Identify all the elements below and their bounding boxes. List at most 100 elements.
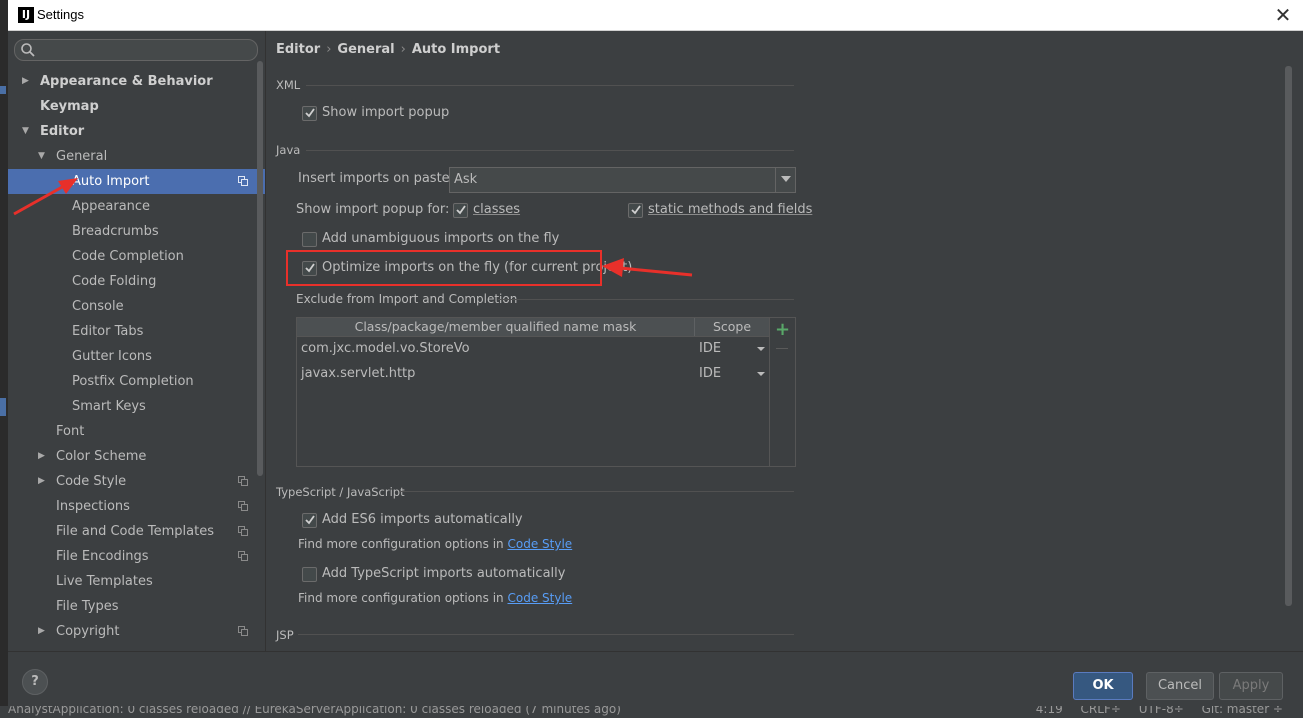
sidebar-item-code-completion[interactable]: Code Completion xyxy=(8,244,265,269)
close-button[interactable]: ✕ xyxy=(1271,3,1295,27)
row-scope[interactable]: IDE xyxy=(699,361,721,386)
sidebar-item-live-templates[interactable]: Live Templates xyxy=(8,569,265,594)
exclude-table: Class/package/member qualified name mask… xyxy=(296,317,796,467)
sidebar-item-code-folding[interactable]: Code Folding xyxy=(8,269,265,294)
section-divider xyxy=(498,299,794,300)
sidebar-item-file-encodings[interactable]: File Encodings xyxy=(8,544,265,569)
status-git-branch[interactable]: Git: master ÷ xyxy=(1202,706,1283,716)
checkmark-icon xyxy=(305,515,315,525)
remove-icon xyxy=(776,348,788,349)
ide-status-bar: AnalystApplication: 0 classes reloaded /… xyxy=(0,706,1303,718)
add-icon[interactable]: + xyxy=(775,321,790,339)
sidebar-item-keymap[interactable]: Keymap xyxy=(8,94,265,119)
sidebar-item-label: Appearance & Behavior xyxy=(40,74,213,89)
es6-imports-checkbox[interactable] xyxy=(302,513,317,528)
insert-imports-label: Insert imports on paste: xyxy=(298,171,455,186)
find-more-prefix: Find more configuration options in xyxy=(298,591,504,605)
collapse-arrow-icon: ▼ xyxy=(38,151,45,161)
table-row[interactable]: javax.servlet.http IDE xyxy=(297,361,769,386)
typescript-imports-label: Add TypeScript imports automatically xyxy=(322,566,566,581)
sidebar-item-appearance[interactable]: Appearance xyxy=(8,194,265,219)
sidebar-item-appearance-behavior[interactable]: ▶ Appearance & Behavior xyxy=(8,69,265,94)
sidebar-item-editor[interactable]: ▼ Editor xyxy=(8,119,265,144)
section-divider xyxy=(306,150,794,151)
expand-arrow-icon: ▶ xyxy=(22,76,29,86)
breadcrumb-editor: Editor xyxy=(276,42,321,57)
chevron-down-icon[interactable] xyxy=(757,347,765,351)
show-popup-for-label: Show import popup for: xyxy=(296,202,450,217)
sidebar-item-console[interactable]: Console xyxy=(8,294,265,319)
column-header-mask[interactable]: Class/package/member qualified name mask xyxy=(297,318,694,336)
code-style-link[interactable]: Code Style xyxy=(508,537,573,551)
classes-checkbox[interactable] xyxy=(453,203,468,218)
sidebar-item-file-code-templates[interactable]: File and Code Templates xyxy=(8,519,265,544)
ide-marker xyxy=(0,86,6,94)
apply-button[interactable]: Apply xyxy=(1219,672,1283,700)
static-methods-checkbox[interactable] xyxy=(628,203,643,218)
insert-imports-value: Ask xyxy=(454,172,478,187)
content-scrollbar[interactable] xyxy=(1285,66,1292,606)
sidebar-item-editor-tabs[interactable]: Editor Tabs xyxy=(8,319,265,344)
table-row[interactable]: com.jxc.model.vo.StoreVo IDE xyxy=(297,336,769,361)
status-line-separator[interactable]: CRLF÷ xyxy=(1081,706,1121,716)
sidebar-item-label: Breadcrumbs xyxy=(72,224,159,239)
checkmark-icon xyxy=(631,205,641,215)
sidebar-item-font[interactable]: Font xyxy=(8,419,265,444)
sidebar-item-smart-keys[interactable]: Smart Keys xyxy=(8,394,265,419)
sidebar-item-label: Font xyxy=(56,424,85,439)
section-java-label: Java xyxy=(276,143,301,157)
row-scope[interactable]: IDE xyxy=(699,336,721,361)
window-title: Settings xyxy=(37,7,84,22)
sidebar-item-label: File Types xyxy=(56,599,119,614)
sidebar-item-general[interactable]: ▼ General xyxy=(8,144,265,169)
sidebar-item-color-scheme[interactable]: ▶ Color Scheme xyxy=(8,444,265,469)
section-divider xyxy=(306,85,794,86)
show-import-popup-checkbox[interactable] xyxy=(302,106,317,121)
help-button[interactable]: ? xyxy=(22,669,48,695)
sidebar-item-copyright[interactable]: ▶ Copyright xyxy=(8,619,265,644)
breadcrumb-separator: › xyxy=(400,42,406,57)
find-more-text: Find more configuration options in Code … xyxy=(298,591,572,605)
sidebar-item-postfix-completion[interactable]: Postfix Completion xyxy=(8,369,265,394)
exclude-label: Exclude from Import and Completion xyxy=(296,292,518,306)
sidebar-item-label: Code Completion xyxy=(72,249,184,264)
sidebar-item-label: Inspections xyxy=(56,499,130,514)
add-unambiguous-label: Add unambiguous imports on the fly xyxy=(322,231,560,246)
column-header-scope[interactable]: Scope xyxy=(695,318,769,336)
typescript-imports-checkbox[interactable] xyxy=(302,567,317,582)
checkmark-icon xyxy=(456,205,466,215)
status-position[interactable]: 4:19 xyxy=(1036,706,1063,716)
sidebar-item-code-style[interactable]: ▶ Code Style xyxy=(8,469,265,494)
sidebar-item-label: Appearance xyxy=(72,199,151,214)
sidebar-item-inspections[interactable]: Inspections xyxy=(8,494,265,519)
settings-dialog: IJ Settings ✕ ▶ Appearance & Behavior Ke… xyxy=(8,0,1303,706)
sidebar-scrollbar[interactable] xyxy=(257,61,263,476)
cancel-button[interactable]: Cancel xyxy=(1146,672,1214,700)
sidebar-item-auto-import[interactable]: Auto Import xyxy=(8,169,265,194)
expand-arrow-icon: ▶ xyxy=(38,451,45,461)
sidebar-item-gutter-icons[interactable]: Gutter Icons xyxy=(8,344,265,369)
row-mask: javax.servlet.http xyxy=(301,366,416,381)
classes-label: classes xyxy=(473,202,521,217)
collapse-arrow-icon: ▼ xyxy=(22,126,29,136)
code-style-link[interactable]: Code Style xyxy=(508,591,573,605)
search-input[interactable] xyxy=(14,39,258,61)
breadcrumb-general: General xyxy=(337,42,395,57)
sidebar-item-file-types[interactable]: File Types xyxy=(8,594,265,619)
table-header: Class/package/member qualified name mask… xyxy=(297,318,769,337)
sidebar-item-label: Console xyxy=(72,299,124,314)
ok-button[interactable]: OK xyxy=(1073,672,1133,700)
insert-imports-select[interactable]: Ask xyxy=(449,167,796,193)
sidebar-item-label: General xyxy=(56,149,108,164)
dropdown-button[interactable] xyxy=(775,168,795,192)
breadcrumb-separator: › xyxy=(326,42,332,57)
section-typescript-label: TypeScript / JavaScript xyxy=(276,485,405,499)
toolbar-divider xyxy=(769,318,770,466)
chevron-down-icon[interactable] xyxy=(757,372,765,376)
checkmark-icon xyxy=(305,108,315,118)
sidebar-item-label: Code Folding xyxy=(72,274,157,289)
status-encoding[interactable]: UTF-8÷ xyxy=(1139,706,1184,716)
add-unambiguous-checkbox[interactable] xyxy=(302,232,317,247)
search-icon xyxy=(21,43,35,57)
sidebar-item-breadcrumbs[interactable]: Breadcrumbs xyxy=(8,219,265,244)
